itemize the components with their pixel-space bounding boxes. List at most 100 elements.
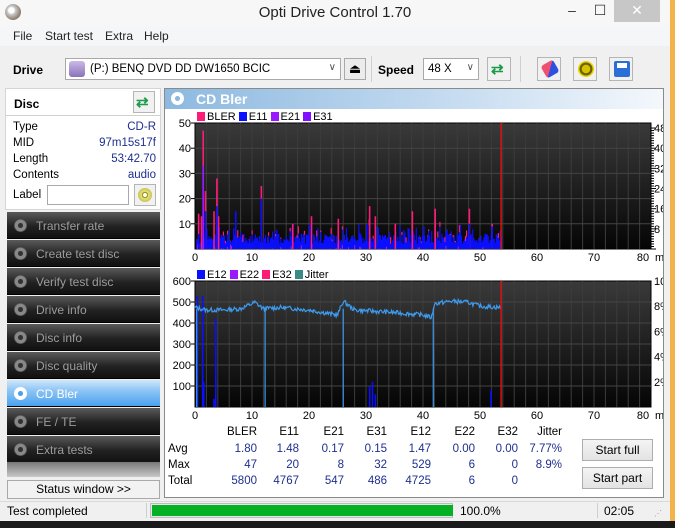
e11-bar: [410, 235, 412, 249]
e11-bar: [421, 235, 424, 249]
e11-bar: [256, 238, 258, 249]
e11-bar: [447, 234, 449, 249]
stats-cell: 0.15: [364, 443, 387, 455]
y-tick-label: 10: [179, 219, 191, 231]
e11-bar: [404, 232, 406, 249]
e11-bar: [298, 237, 300, 249]
stats-cell: 486: [367, 475, 387, 487]
e11-bar: [226, 234, 229, 249]
x-tick-label: 50: [474, 252, 486, 264]
e11-bar: [361, 237, 363, 249]
y-tick-label: 300: [173, 339, 191, 351]
save-button[interactable]: [609, 57, 633, 81]
disc-test-icon: [14, 443, 27, 456]
nav-item-disc-info[interactable]: Disc info: [7, 324, 160, 351]
x-axis-label: min: [655, 252, 663, 264]
e11-peak: [366, 223, 368, 249]
stats-cell: 6: [468, 475, 475, 487]
e21-bar: [445, 245, 447, 249]
x-tick-label: 60: [531, 252, 543, 264]
stats-header-e31: E31: [366, 426, 387, 438]
menu-file[interactable]: File: [13, 29, 32, 43]
e11-bar: [307, 236, 310, 249]
e11-bar: [378, 235, 380, 249]
e11-bar: [353, 238, 355, 249]
e11-bar: [413, 234, 415, 249]
e21-bar: [482, 247, 484, 249]
e11-bar: [222, 235, 225, 249]
nav-item-cd-bler[interactable]: CD Bler: [7, 380, 160, 407]
nav-item-disc-quality[interactable]: Disc quality: [7, 352, 160, 379]
nav-item-fe-te[interactable]: FE / TE: [7, 408, 160, 435]
menu-start-test[interactable]: Start test: [45, 29, 93, 43]
eject-button[interactable]: ⏏: [344, 58, 366, 80]
bler-peak: [291, 223, 294, 249]
e11-bar: [270, 238, 272, 249]
refresh-speed-button[interactable]: ⇄: [487, 57, 511, 81]
drive-select[interactable]: (P:) BENQ DVD DD DW1650 BCIC ∨: [65, 58, 341, 80]
stats-cell: 547: [324, 475, 344, 487]
e11-bar: [220, 234, 222, 249]
erase-button[interactable]: [537, 57, 561, 81]
e11-bar: [478, 237, 480, 249]
toolbar-divider: [520, 56, 521, 82]
e11-bar: [288, 241, 290, 249]
e11-bar: [453, 236, 455, 249]
x-tick-label: 20: [303, 410, 315, 422]
resize-grip-icon[interactable]: ⋰: [654, 509, 662, 518]
e11-bar: [262, 238, 265, 249]
bler-bar: [426, 235, 429, 237]
e11-bar: [488, 242, 490, 249]
menu-extra[interactable]: Extra: [105, 29, 133, 43]
e11-bar: [383, 235, 386, 249]
e11-bar: [323, 239, 325, 249]
disc-refresh-button[interactable]: ⇄: [133, 91, 155, 113]
e11-bar: [252, 241, 254, 249]
e11-bar: [417, 236, 419, 249]
start-full-button[interactable]: Start full: [582, 439, 653, 461]
gear-icon: [578, 61, 594, 77]
e11-bar: [249, 236, 251, 249]
e11-bar: [274, 231, 276, 249]
e11-bar: [240, 232, 242, 249]
cd-bler-icon: [171, 92, 184, 105]
bler-bar: [267, 232, 270, 236]
e11-bar: [296, 238, 298, 249]
status-window-button[interactable]: Status window >>: [7, 480, 160, 499]
x-tick-label: 80: [637, 410, 649, 422]
e11-bar: [196, 239, 198, 249]
nav-item-verify-test-disc[interactable]: Verify test disc: [7, 268, 160, 295]
bler-bar: [454, 240, 456, 243]
nav-item-create-test-disc[interactable]: Create test disc: [7, 240, 160, 267]
close-button[interactable]: ✕: [614, 0, 660, 22]
menu-help[interactable]: Help: [144, 29, 169, 43]
e21-bar: [354, 245, 356, 249]
label-input[interactable]: [47, 185, 129, 205]
e31-peak: [202, 165, 205, 249]
minimize-button[interactable]: ‒: [558, 0, 586, 22]
settings-button[interactable]: [573, 57, 597, 81]
speed-select[interactable]: 48 X ∨: [423, 58, 479, 80]
status-divider: [146, 503, 147, 518]
taskbar-edge: [0, 521, 675, 528]
e11-bar: [237, 237, 239, 249]
stats-cell: 0.17: [321, 443, 344, 455]
maximize-button[interactable]: ☐: [586, 0, 614, 22]
nav-item-label: CD Bler: [36, 387, 79, 401]
y2-tick-label: 2%: [654, 377, 663, 389]
e11-bar: [246, 240, 248, 249]
start-part-button[interactable]: Start part: [582, 467, 653, 489]
e11-bar: [400, 242, 402, 249]
nav-item-extra-tests[interactable]: Extra tests: [7, 436, 160, 463]
bler-bar: [390, 237, 392, 244]
e11-bar: [452, 237, 454, 249]
nav-item-drive-info[interactable]: Drive info: [7, 296, 160, 323]
read-label-button[interactable]: [134, 184, 156, 206]
e11-bar: [223, 235, 226, 249]
bler-bar: [464, 235, 467, 241]
nav-item-transfer-rate[interactable]: Transfer rate: [7, 212, 160, 239]
e21-bar: [385, 246, 388, 249]
y2-tick-label: 4%: [654, 352, 663, 364]
e11-bar: [299, 241, 301, 249]
e11-bar: [441, 234, 443, 249]
